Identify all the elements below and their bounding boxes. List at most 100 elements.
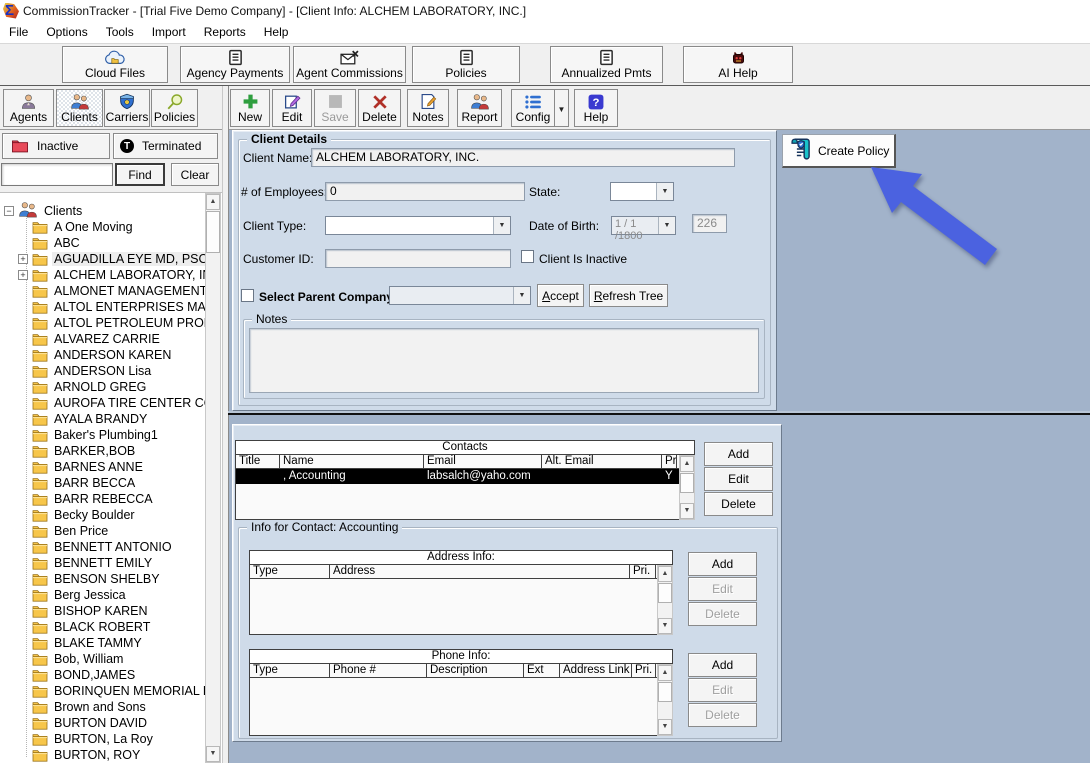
customer-id-field[interactable] (325, 249, 511, 268)
tree-item-barker-bob[interactable]: BARKER,BOB (18, 443, 137, 459)
tree-item-ben-price[interactable]: Ben Price (18, 523, 110, 539)
phone-delete-button[interactable]: Delete (688, 703, 757, 727)
address-table-scrollbar[interactable]: ▲▼ (657, 565, 673, 635)
policies-button[interactable]: Policies (412, 46, 520, 83)
scroll-down-icon[interactable]: ▼ (658, 618, 672, 634)
find-button[interactable]: Find (115, 163, 165, 186)
phone-table-scrollbar[interactable]: ▲▼ (657, 664, 673, 736)
nav-clients-button[interactable]: Clients (56, 89, 103, 127)
tree-item-barr-becca[interactable]: BARR BECCA (18, 475, 137, 491)
tree-item-burton-david[interactable]: BURTON DAVID (18, 715, 149, 731)
tree-item-bennett-antonio[interactable]: BENNETT ANTONIO (18, 539, 174, 555)
tree-item-altol-enterprises-man[interactable]: ALTOL ENTERPRISES MAN (18, 299, 217, 315)
tree-item-barr-rebecca[interactable]: BARR REBECCA (18, 491, 155, 507)
scroll-down-icon[interactable]: ▼ (680, 503, 694, 519)
dob-dropdown[interactable]: 1 / 1 /1800▼ (611, 216, 676, 235)
phone-add-button[interactable]: Add (688, 653, 757, 677)
contacts-add-button[interactable]: Add (704, 442, 773, 466)
tree-item-barnes-anne[interactable]: BARNES ANNE (18, 459, 145, 475)
collapse-expander-icon[interactable]: − (4, 206, 14, 216)
nav-agents-button[interactable]: Agents (3, 89, 54, 127)
action-help-button[interactable]: ?Help (574, 89, 618, 127)
terminated-filter-button[interactable]: T Terminated (113, 133, 218, 159)
employees-field[interactable]: 0 (325, 182, 525, 201)
clear-button[interactable]: Clear (171, 163, 219, 186)
scroll-thumb[interactable] (658, 682, 672, 702)
agency-payments-button[interactable]: Agency Payments (180, 46, 290, 83)
client-type-dropdown[interactable]: ▼ (325, 216, 511, 235)
action-config-button[interactable]: Config (511, 89, 555, 127)
inactive-filter-button[interactable]: Inactive (2, 133, 110, 159)
scroll-up-icon[interactable]: ▲ (680, 456, 694, 472)
nav-policies-button[interactable]: Policies (151, 89, 198, 127)
contacts-delete-button[interactable]: Delete (704, 492, 773, 516)
action-new-button[interactable]: New (230, 89, 270, 127)
parent-company-dropdown[interactable]: ▼ (389, 286, 531, 305)
refresh-tree-button[interactable]: Refresh Tree (589, 284, 668, 307)
tree-item-becky-boulder[interactable]: Becky Boulder (18, 507, 137, 523)
action-notes-button[interactable]: Notes (407, 89, 449, 127)
parent-company-checkbox[interactable] (241, 289, 254, 302)
notes-textarea[interactable] (249, 328, 759, 393)
nav-carriers-button[interactable]: Carriers (104, 89, 150, 127)
config-dropdown-arrow[interactable]: ▼ (555, 89, 569, 127)
action-delete-button[interactable]: Delete (358, 89, 401, 127)
state-dropdown[interactable]: ▼ (610, 182, 674, 201)
scroll-thumb[interactable] (680, 473, 694, 493)
tree-item-berg-jessica[interactable]: Berg Jessica (18, 587, 128, 603)
action-save-button[interactable]: Save (314, 89, 356, 127)
scroll-thumb[interactable] (658, 583, 672, 603)
expand-expander-icon[interactable]: + (18, 254, 28, 264)
tree-item-bond-james[interactable]: BOND,JAMES (18, 667, 137, 683)
action-report-button[interactable]: Report (457, 89, 502, 127)
agent-commissions-button[interactable]: Agent Commissions (293, 46, 406, 83)
client-search-input[interactable] (1, 163, 113, 186)
scroll-down-icon[interactable]: ▼ (658, 719, 672, 735)
ai-help-button[interactable]: AI Help (683, 46, 793, 83)
tree-root-clients[interactable]: −Clients (4, 203, 84, 219)
menu-help[interactable]: Help (255, 22, 298, 42)
action-edit-button[interactable]: Edit (272, 89, 312, 127)
phone-edit-button[interactable]: Edit (688, 678, 757, 702)
tree-item-burton-roy[interactable]: BURTON, ROY (18, 747, 142, 763)
tree-item-alvarez-carrie[interactable]: ALVAREZ CARRIE (18, 331, 162, 347)
tree-item-a-one-moving[interactable]: A One Moving (18, 219, 135, 235)
menu-reports[interactable]: Reports (195, 22, 255, 42)
tree-item-bob-william[interactable]: Bob, William (18, 651, 125, 667)
scroll-down-icon[interactable]: ▼ (206, 746, 220, 762)
menu-tools[interactable]: Tools (97, 22, 143, 42)
tree-item-brown-and-sons[interactable]: Brown and Sons (18, 699, 148, 715)
accept-button[interactable]: Accept (537, 284, 584, 307)
tree-item-burton-la-roy[interactable]: BURTON, La Roy (18, 731, 155, 747)
tree-item-anderson-karen[interactable]: ANDERSON KAREN (18, 347, 173, 363)
tree-item-bishop-karen[interactable]: BISHOP KAREN (18, 603, 150, 619)
tree-item-bennett-emily[interactable]: BENNETT EMILY (18, 555, 154, 571)
tree-item-borinquen-memorial-pa[interactable]: BORINQUEN MEMORIAL PA (18, 683, 221, 699)
tree-item-aurofa-tire-center-coi[interactable]: AUROFA TIRE CENTER COI (18, 395, 219, 411)
scroll-up-icon[interactable]: ▲ (658, 665, 672, 681)
scroll-thumb[interactable] (206, 211, 220, 253)
address-add-button[interactable]: Add (688, 552, 757, 576)
tree-item-aguadilla-eye-md-psc[interactable]: +AGUADILLA EYE MD, PSC. (18, 251, 213, 267)
panel-splitter[interactable] (222, 86, 229, 763)
table-row[interactable]: , Accountinglabsalch@yaho.comY (236, 469, 694, 484)
tree-item-alchem-laboratory-in[interactable]: +ALCHEM LABORATORY, IN (18, 267, 213, 283)
client-inactive-checkbox[interactable] (521, 250, 534, 263)
contacts-table-scrollbar[interactable]: ▲▼ (679, 455, 695, 520)
scroll-up-icon[interactable]: ▲ (206, 194, 220, 210)
tree-item-abc[interactable]: ABC (18, 235, 82, 251)
cloud-files-button[interactable]: Cloud Files (62, 46, 168, 83)
tree-item-almonet-management[interactable]: ALMONET MANAGEMENT ( (18, 283, 217, 299)
menu-file[interactable]: File (0, 22, 37, 42)
client-name-field[interactable]: ALCHEM LABORATORY, INC. (311, 148, 735, 167)
tree-item-blake-tammy[interactable]: BLAKE TAMMY (18, 635, 144, 651)
menu-import[interactable]: Import (143, 22, 195, 42)
client-tree-scrollbar[interactable]: ▲▼ (205, 193, 221, 763)
tree-item-anderson-lisa[interactable]: ANDERSON Lisa (18, 363, 153, 379)
annualized-pmts-button[interactable]: Annualized Pmts (550, 46, 663, 83)
menu-options[interactable]: Options (37, 22, 96, 42)
scroll-up-icon[interactable]: ▲ (658, 566, 672, 582)
tree-item-benson-shelby[interactable]: BENSON SHELBY (18, 571, 162, 587)
expand-expander-icon[interactable]: + (18, 270, 28, 280)
tree-item-altol-petroleum-prodi[interactable]: ALTOL PETROLEUM PRODI (18, 315, 218, 331)
